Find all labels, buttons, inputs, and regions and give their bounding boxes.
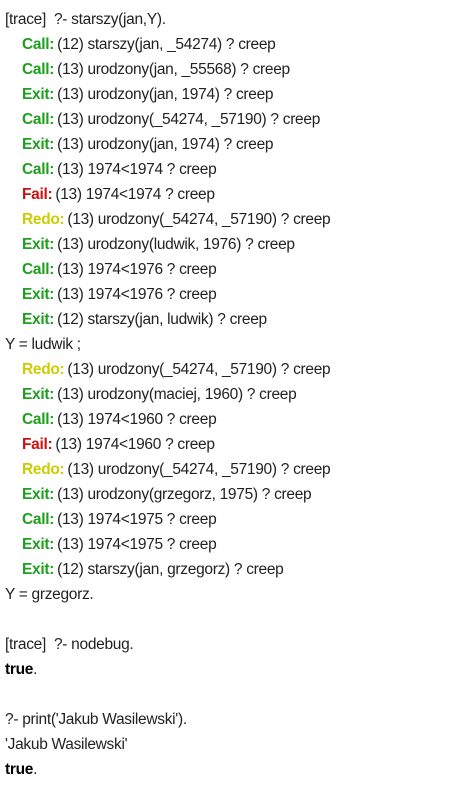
trace-port-call: Call: (22, 511, 55, 528)
trace-port-fail: Fail: (22, 436, 53, 453)
trace-line-exit: Exit: (13) urodzony(jan, 1974) ? creep (0, 132, 457, 157)
trace-line-redo: Redo: (13) urodzony(_54274, _57190) ? cre… (0, 457, 457, 482)
trace-goal: (13) 1974<1976 ? creep (57, 261, 217, 278)
trace-port-redo: Redo: (22, 461, 65, 478)
trace-goal: (13) 1974<1974 ? creep (57, 161, 217, 178)
trace-goal: (13) 1974<1975 ? creep (57, 511, 217, 528)
trace-port-redo: Redo: (22, 211, 65, 228)
trace-goal: (13) urodzony(_54274, _57190) ? creep (67, 361, 331, 378)
result-terminator: . (33, 661, 38, 678)
trace-goal: (13) 1974<1974 ? creep (55, 186, 215, 203)
trace-line-exit: Exit: (13) urodzony(grzegorz, 1975) ? cre… (0, 482, 457, 507)
trace-line-fail: Fail: (13) 1974<1974 ? creep (0, 182, 457, 207)
trace-goal: (13) urodzony(maciej, 1960) ? creep (57, 386, 297, 403)
trace-goal: (12) starszy(jan, grzegorz) ? creep (57, 561, 284, 578)
trace-port-exit: Exit: (22, 311, 55, 328)
trace-line-exit: Exit: (12) starszy(jan, ludwik) ? creep (0, 307, 457, 332)
trace-goal: (12) starszy(jan, _54274) ? creep (57, 36, 276, 53)
console-line: 'Jakub Wasilewski' (5, 736, 128, 753)
trace-port-redo: Redo: (22, 361, 65, 378)
trace-port-call: Call: (22, 61, 55, 78)
trace-port-exit: Exit: (22, 386, 55, 403)
trace-line-call: Call: (13) urodzony(jan, _55568) ? creep (0, 57, 457, 82)
trace-line-redo: Redo: (13) urodzony(_54274, _57190) ? cre… (0, 357, 457, 382)
trace-port-call: Call: (22, 111, 55, 128)
result-value: true (5, 761, 34, 778)
trace-port-call: Call: (22, 36, 55, 53)
console-line: Y = ludwik ; (5, 336, 81, 353)
trace-line-call: Call: (13) 1974<1974 ? creep (0, 157, 457, 182)
trace-line-call: Call: (13) urodzony(_54274, _57190) ? cre… (0, 107, 457, 132)
trace-goal: (13) urodzony(jan, _55568) ? creep (57, 61, 290, 78)
trace-goal: (13) urodzony(jan, 1974) ? creep (57, 136, 274, 153)
trace-line-redo: Redo: (13) urodzony(_54274, _57190) ? cre… (0, 207, 457, 232)
trace-port-exit: Exit: (22, 136, 55, 153)
trace-port-fail: Fail: (22, 186, 53, 203)
trace-line-exit: Exit: (13) urodzony(jan, 1974) ? creep (0, 82, 457, 107)
trace-goal: (13) 1974<1975 ? creep (57, 536, 217, 553)
trace-line-fail: Fail: (13) 1974<1960 ? creep (0, 432, 457, 457)
trace-port-call: Call: (22, 261, 55, 278)
query-result: true. (0, 657, 457, 682)
trace-line-exit: Exit: (13) 1974<1975 ? creep (0, 532, 457, 557)
trace-line-exit: Exit: (13) urodzony(maciej, 1960) ? creep (0, 382, 457, 407)
trace-goal: (13) urodzony(jan, 1974) ? creep (57, 86, 274, 103)
result-terminator: . (33, 761, 38, 778)
trace-line-exit: Exit: (12) starszy(jan, grzegorz) ? creep (0, 557, 457, 582)
query-result: true. (0, 757, 457, 782)
trace-line-exit: Exit: (13) urodzony(ludwik, 1976) ? creep (0, 232, 457, 257)
trace-goal: (13) urodzony(ludwik, 1976) ? creep (57, 236, 295, 253)
trace-port-exit: Exit: (22, 486, 55, 503)
trace-port-exit: Exit: (22, 536, 55, 553)
trace-goal: (13) urodzony(_54274, _57190) ? creep (67, 461, 331, 478)
trace-goal: (13) urodzony(_54274, _57190) ? creep (67, 211, 331, 228)
console-line: Y = grzegorz. (5, 586, 94, 603)
trace-goal: (13) 1974<1976 ? creep (57, 286, 217, 303)
console-line: ?- print('Jakub Wasilewski'). (5, 711, 187, 728)
trace-line-exit: Exit: (13) 1974<1976 ? creep (0, 282, 457, 307)
trace-goal: (13) urodzony(_54274, _57190) ? creep (57, 111, 321, 128)
trace-port-exit: Exit: (22, 286, 55, 303)
trace-goal: (12) starszy(jan, ludwik) ? creep (57, 311, 267, 328)
trace-goal: (13) 1974<1960 ? creep (55, 436, 215, 453)
console-line: [trace] ?- nodebug. (5, 636, 134, 653)
trace-line-call: Call: (13) 1974<1976 ? creep (0, 257, 457, 282)
trace-port-call: Call: (22, 411, 55, 428)
trace-port-exit: Exit: (22, 561, 55, 578)
trace-line-call: Call: (13) 1974<1960 ? creep (0, 407, 457, 432)
trace-port-exit: Exit: (22, 86, 55, 103)
trace-line-call: Call: (13) 1974<1975 ? creep (0, 507, 457, 532)
console-line: [trace] ?- starszy(jan,Y). (5, 11, 166, 28)
trace-port-exit: Exit: (22, 236, 55, 253)
trace-line-call: Call: (12) starszy(jan, _54274) ? creep (0, 32, 457, 57)
prolog-console-output: [trace] ?- starszy(jan,Y). Call: (12) star… (0, 0, 457, 791)
trace-goal: (13) 1974<1960 ? creep (57, 411, 217, 428)
trace-goal: (13) urodzony(grzegorz, 1975) ? creep (57, 486, 312, 503)
trace-port-call: Call: (22, 161, 55, 178)
result-value: true (5, 661, 34, 678)
